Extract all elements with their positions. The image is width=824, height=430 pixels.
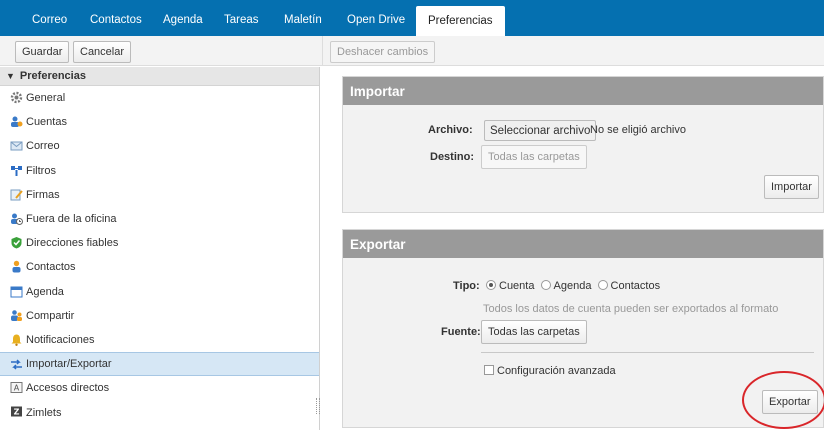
shortcut-icon: A [10, 381, 23, 394]
sidebar-item-contactos[interactable]: Contactos [0, 255, 319, 279]
sidebar-item-zimlets[interactable]: Z Zimlets [0, 400, 319, 424]
preferences-sidebar: ▼ Preferencias General Cuentas Correo Fil… [0, 67, 320, 430]
sidebar-item-label: Cuentas [26, 116, 67, 129]
out-of-office-icon [10, 212, 23, 225]
calendar-icon [10, 285, 23, 298]
select-file-button[interactable]: Seleccionar archivo [484, 120, 597, 141]
sidebar-item-cuentas[interactable]: Cuentas [0, 110, 319, 134]
sidebar-item-compartir[interactable]: Compartir [0, 304, 319, 328]
save-button[interactable]: Guardar [15, 41, 70, 63]
export-button[interactable]: Exportar [762, 390, 818, 414]
mail-icon [10, 139, 23, 152]
tab-open-drive[interactable]: Open Drive [335, 0, 417, 36]
sidebar-header[interactable]: ▼ Preferencias [0, 67, 319, 86]
sidebar-item-notificaciones[interactable]: Notificaciones [0, 328, 319, 352]
gear-icon [10, 91, 23, 104]
sidebar-item-importar-exportar[interactable]: Importar/Exportar [0, 352, 319, 377]
accounts-icon [10, 115, 23, 128]
radio-unselected-icon[interactable] [597, 280, 608, 290]
sidebar-item-label: General [26, 92, 66, 105]
sidebar-item-correo[interactable]: Correo [0, 134, 319, 158]
sidebar-item-label: Compartir [26, 309, 75, 322]
export-divider [481, 352, 814, 353]
tab-tareas[interactable]: Tareas [212, 0, 271, 36]
import-button[interactable]: Importar [764, 175, 819, 199]
sidebar-item-label: Fuera de la oficina [26, 213, 117, 226]
advanced-settings-checkbox[interactable]: Configuración avanzada [484, 365, 616, 377]
toolbar-divider [322, 36, 323, 66]
toolbar: Guardar Cancelar Deshacer cambios [0, 36, 824, 66]
import-export-icon [10, 358, 23, 371]
sidebar-item-firmas[interactable]: Firmas [0, 183, 319, 207]
tab-preferencias[interactable]: Preferencias [416, 6, 505, 36]
sidebar-item-label: Zimlets [26, 406, 62, 419]
radio-contactos[interactable]: Contactos [597, 280, 660, 292]
sidebar-item-label: Importar/Exportar [26, 358, 112, 371]
shield-check-icon [10, 236, 23, 249]
sidebar-header-label: Preferencias [19, 70, 86, 82]
zimlet-icon: Z [10, 405, 23, 418]
export-type-radio-group: Cuenta Agenda Contactos [486, 280, 660, 292]
share-icon [10, 309, 23, 322]
radio-unselected-icon[interactable] [540, 280, 551, 290]
app-nav-bar: Correo Contactos Agenda Tareas Maletín O… [0, 0, 824, 36]
sidebar-item-label: Direcciones fiables [26, 237, 119, 250]
export-hint-text: Todos los datos de cuenta pueden ser exp… [483, 303, 779, 315]
file-status-text: No se eligió archivo [590, 124, 686, 136]
filter-icon [10, 164, 23, 177]
sidebar-item-label: Agenda [26, 285, 64, 298]
sidebar-item-label: Correo [26, 140, 60, 153]
sidebar-item-filtros[interactable]: Filtros [0, 159, 319, 183]
svg-text:A: A [14, 384, 20, 393]
signature-icon [10, 188, 23, 201]
contact-icon [10, 260, 23, 273]
sidebar-item-label: Filtros [26, 164, 56, 177]
sidebar-item-label: Contactos [26, 261, 76, 274]
checkbox-icon[interactable] [484, 365, 494, 375]
tab-correo[interactable]: Correo [20, 0, 79, 36]
svg-text:Z: Z [14, 408, 20, 417]
fuente-label: Fuente: [441, 326, 481, 338]
undo-changes-button[interactable]: Deshacer cambios [330, 41, 436, 63]
sidebar-resize-handle[interactable] [316, 398, 320, 414]
tipo-label: Tipo: [453, 280, 480, 292]
sidebar-item-label: Accesos directos [26, 382, 110, 395]
radio-agenda[interactable]: Agenda [540, 280, 591, 292]
sidebar-item-direcciones-fiables[interactable]: Direcciones fiables [0, 231, 319, 255]
export-panel-title: Exportar [343, 230, 823, 258]
tab-agenda[interactable]: Agenda [151, 0, 215, 36]
sidebar-item-general[interactable]: General [0, 86, 319, 110]
archivo-label: Archivo: [428, 124, 473, 136]
cancel-button[interactable]: Cancelar [73, 41, 132, 63]
sidebar-item-fuera-oficina[interactable]: Fuera de la oficina [0, 207, 319, 231]
collapse-triangle-icon[interactable]: ▼ [6, 71, 15, 81]
tab-contactos[interactable]: Contactos [78, 0, 154, 36]
sidebar-item-agenda[interactable]: Agenda [0, 280, 319, 304]
bell-icon [10, 333, 23, 346]
import-panel-title: Importar [343, 77, 823, 105]
sidebar-item-accesos-directos[interactable]: A Accesos directos [0, 376, 319, 400]
destino-folder-button[interactable]: Todas las carpetas [481, 145, 587, 169]
radio-selected-icon[interactable] [486, 280, 496, 290]
fuente-folder-button[interactable]: Todas las carpetas [481, 320, 587, 344]
sidebar-item-label: Firmas [26, 188, 60, 201]
tab-maletin[interactable]: Maletín [272, 0, 334, 36]
sidebar-item-label: Notificaciones [26, 333, 95, 346]
radio-cuenta[interactable]: Cuenta [486, 280, 534, 292]
destino-label: Destino: [430, 151, 474, 163]
